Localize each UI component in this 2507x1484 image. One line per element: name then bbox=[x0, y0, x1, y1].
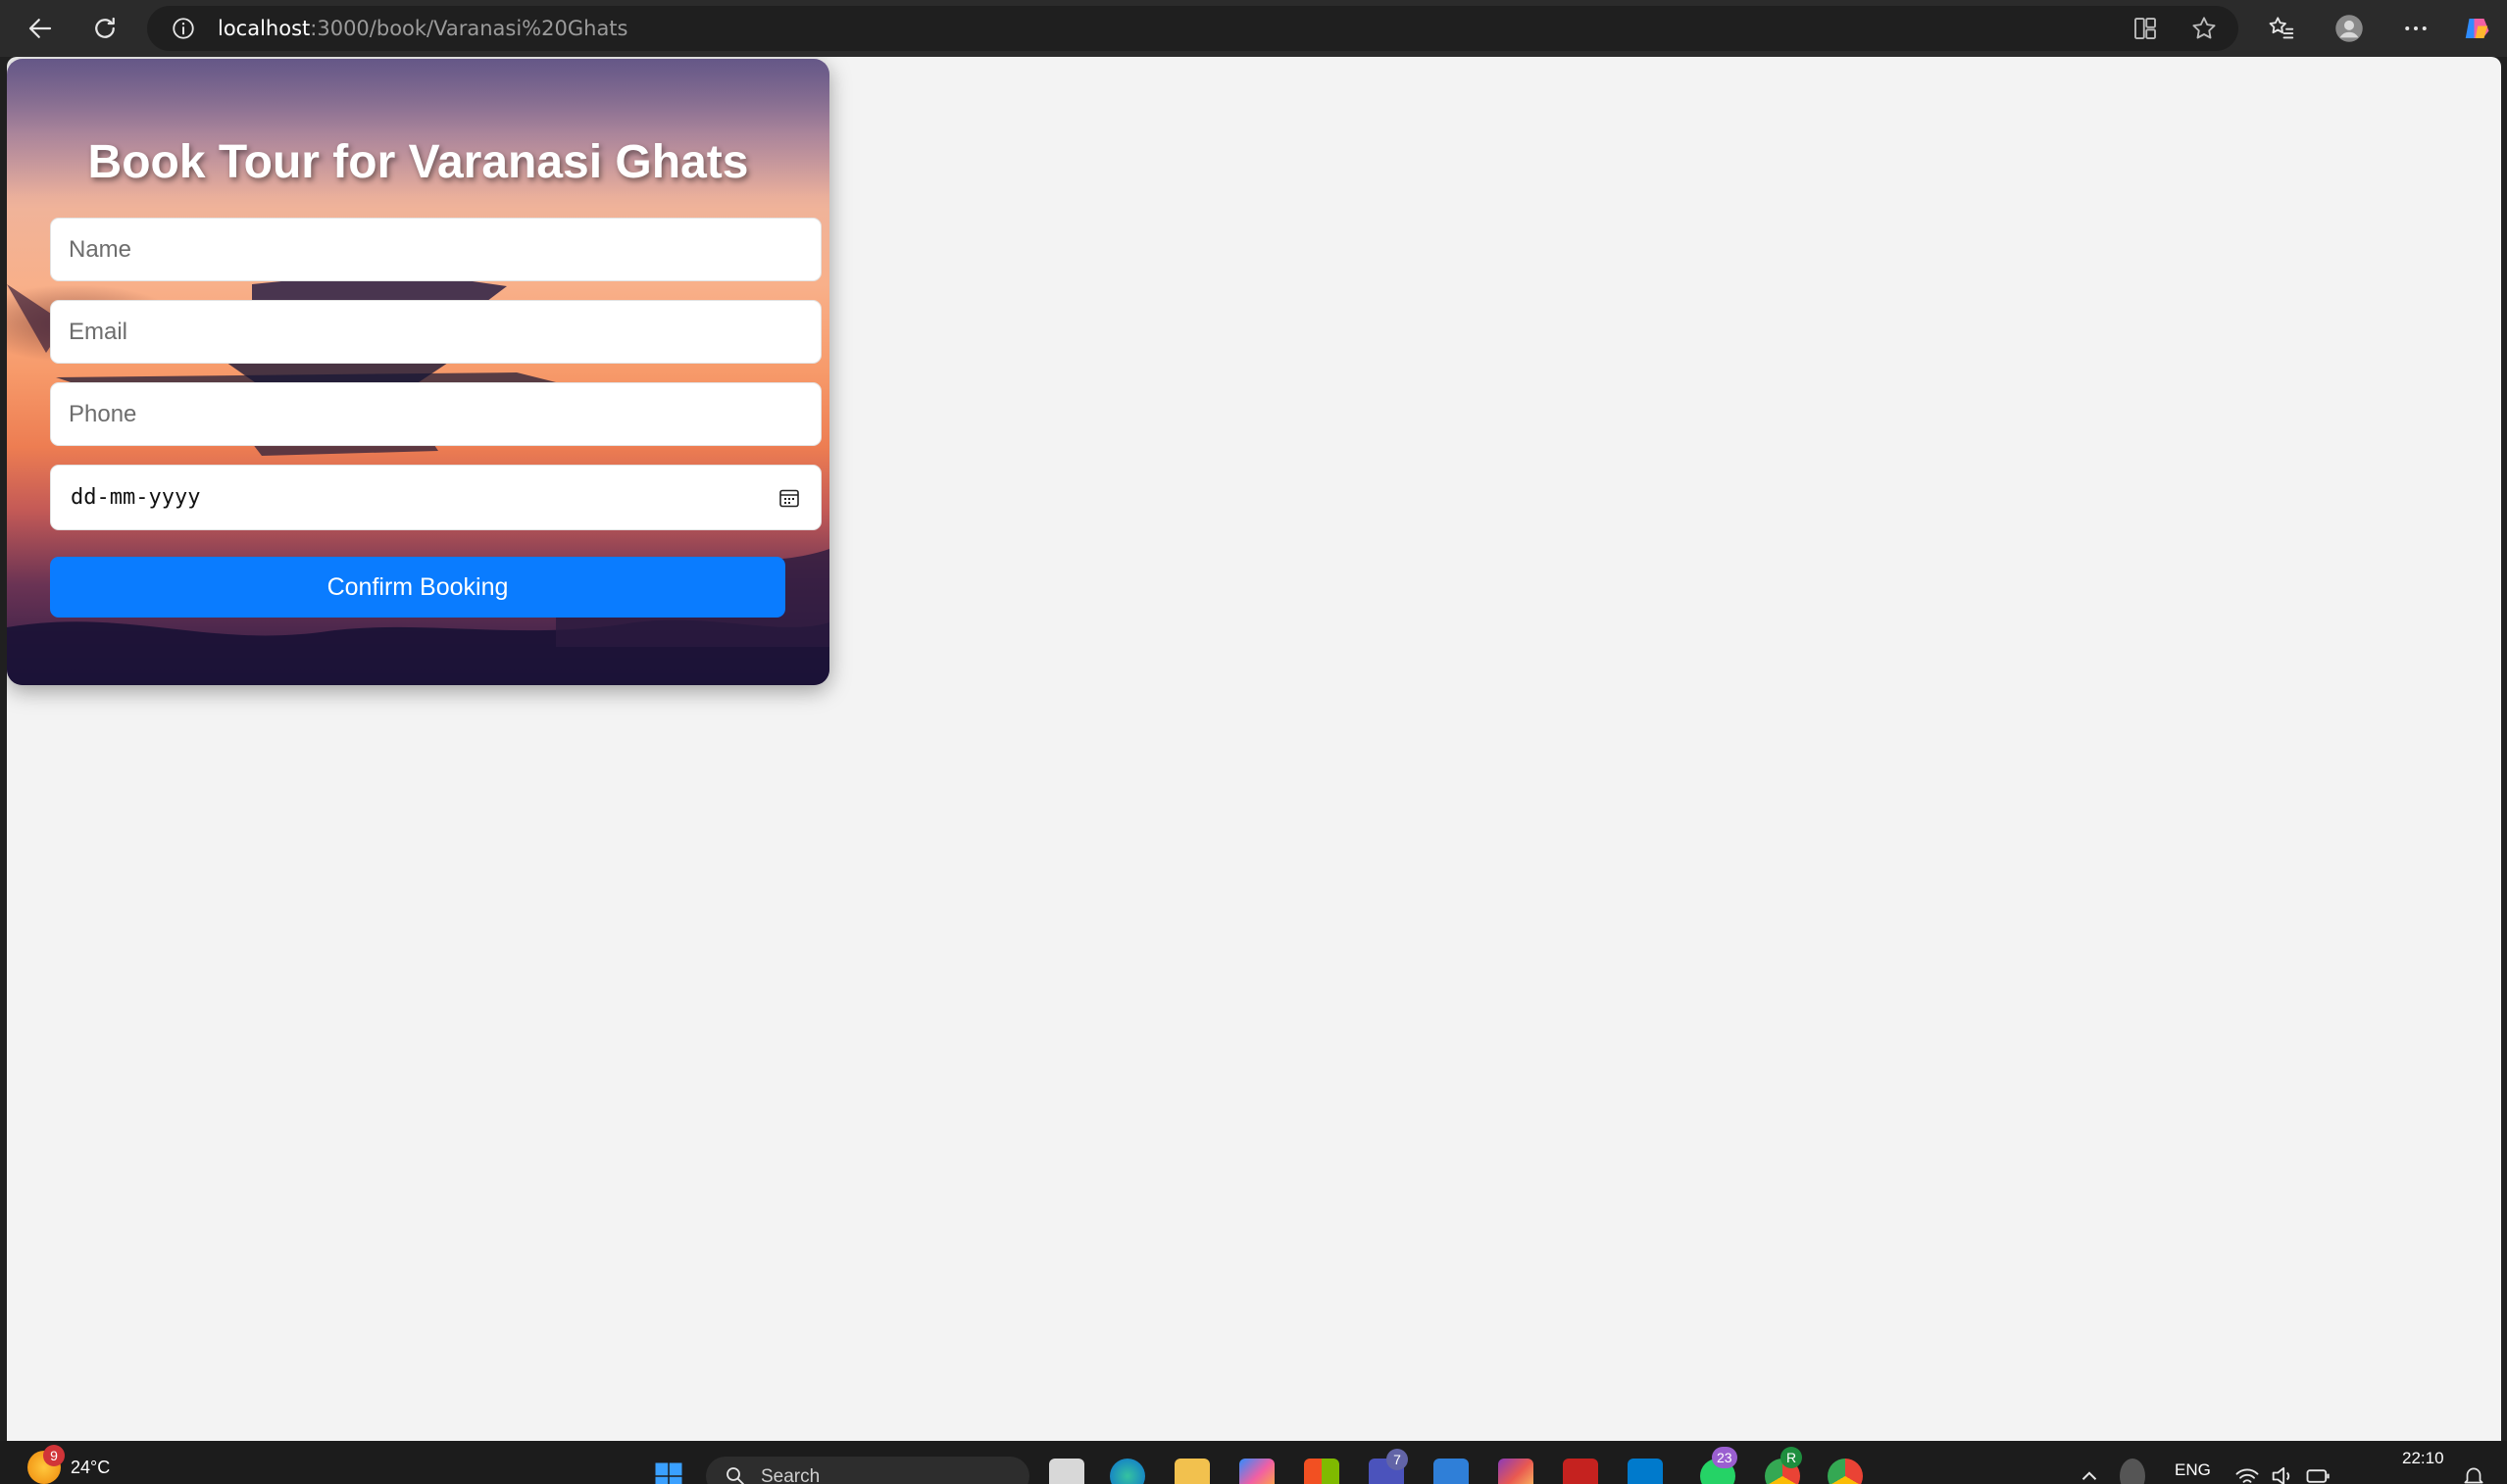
windows-taskbar: 9 24°C Search 7 23 R ENG 22:10 bbox=[0, 1441, 2507, 1484]
avatar-icon bbox=[2335, 15, 2363, 42]
snipping-tool-icon[interactable] bbox=[1433, 1459, 1469, 1484]
refresh-icon bbox=[95, 17, 115, 38]
split-screen-icon[interactable] bbox=[2131, 14, 2160, 43]
teams-icon[interactable]: 7 bbox=[1369, 1449, 1408, 1484]
back-arrow-icon bbox=[28, 19, 52, 38]
phone-field[interactable] bbox=[50, 382, 822, 446]
weather-sun-icon: 9 bbox=[27, 1445, 65, 1484]
task-view-icon[interactable] bbox=[1049, 1459, 1084, 1484]
favorites-button[interactable] bbox=[2259, 6, 2304, 51]
volume-icon[interactable] bbox=[2269, 1459, 2296, 1484]
clock-time[interactable]: 22:10 bbox=[2402, 1449, 2444, 1468]
more-dots-icon bbox=[2405, 26, 2427, 30]
tray-chevron-up-icon[interactable] bbox=[2077, 1459, 2102, 1484]
name-input[interactable] bbox=[51, 219, 821, 280]
chrome-profile-icon[interactable]: R bbox=[1765, 1447, 1802, 1484]
copilot-icon bbox=[2465, 19, 2489, 38]
page-viewport: Book Tour for Varanasi Ghats dd-mm-yyyy … bbox=[7, 57, 2501, 1441]
back-button[interactable] bbox=[18, 6, 63, 51]
weather-temperature: 24°C bbox=[71, 1457, 111, 1477]
weather-badge: 9 bbox=[43, 1445, 65, 1466]
url-host: localhost bbox=[218, 17, 311, 40]
microsoft-store-icon[interactable] bbox=[1304, 1459, 1339, 1484]
weather-widget[interactable]: 9 24°C bbox=[27, 1445, 111, 1484]
booking-card: Book Tour for Varanasi Ghats dd-mm-yyyy … bbox=[7, 59, 829, 685]
copilot-app-icon[interactable] bbox=[1239, 1459, 1275, 1484]
search-icon bbox=[727, 1467, 744, 1484]
email-field[interactable] bbox=[50, 300, 822, 364]
chrome-icon[interactable] bbox=[1828, 1459, 1863, 1484]
search-label: Search bbox=[761, 1466, 821, 1484]
whatsapp-badge: 23 bbox=[1712, 1447, 1737, 1468]
address-bar[interactable]: localhost:3000/book/Varanasi%20Ghats bbox=[147, 6, 2238, 51]
date-input-value[interactable]: dd-mm-yyyy bbox=[71, 485, 200, 510]
chrome-badge: R bbox=[1780, 1447, 1802, 1468]
info-icon[interactable] bbox=[171, 16, 196, 41]
phone-input[interactable] bbox=[51, 383, 821, 445]
whatsapp-icon[interactable]: 23 bbox=[1700, 1447, 1737, 1484]
tray-app-icon[interactable] bbox=[2120, 1459, 2145, 1484]
notification-icon[interactable] bbox=[2461, 1459, 2486, 1484]
profile-button[interactable] bbox=[2327, 6, 2372, 51]
calendar-icon[interactable] bbox=[777, 486, 801, 510]
wifi-icon[interactable] bbox=[2233, 1459, 2261, 1484]
url-text[interactable]: localhost:3000/book/Varanasi%20Ghats bbox=[218, 17, 627, 40]
email-input[interactable] bbox=[51, 301, 821, 363]
vscode-icon[interactable] bbox=[1628, 1459, 1663, 1484]
favorites-list-icon bbox=[2269, 17, 2294, 39]
taskbar-search[interactable]: Search bbox=[706, 1457, 1029, 1484]
more-menu-button[interactable] bbox=[2393, 6, 2438, 51]
language-indicator[interactable]: ENG bbox=[2175, 1460, 2211, 1480]
copilot-button[interactable] bbox=[2454, 6, 2499, 51]
confirm-booking-button[interactable]: Confirm Booking bbox=[50, 557, 785, 618]
windows-start-icon[interactable] bbox=[651, 1459, 686, 1484]
date-field[interactable]: dd-mm-yyyy bbox=[50, 465, 822, 530]
gmail-icon[interactable] bbox=[1563, 1459, 1598, 1484]
teams-badge: 7 bbox=[1386, 1449, 1408, 1470]
name-field[interactable] bbox=[50, 218, 822, 281]
edge-browser-icon[interactable] bbox=[1110, 1459, 1145, 1484]
file-explorer-icon[interactable] bbox=[1175, 1459, 1210, 1484]
favorite-star-icon[interactable] bbox=[2189, 14, 2219, 43]
url-path: :3000/book/Varanasi%20Ghats bbox=[310, 17, 628, 40]
battery-icon[interactable] bbox=[2304, 1459, 2332, 1484]
refresh-button[interactable] bbox=[82, 6, 127, 51]
browser-toolbar: localhost:3000/book/Varanasi%20Ghats bbox=[0, 0, 2507, 57]
instagram-icon[interactable] bbox=[1498, 1459, 1533, 1484]
page-title: Book Tour for Varanasi Ghats bbox=[87, 136, 749, 188]
